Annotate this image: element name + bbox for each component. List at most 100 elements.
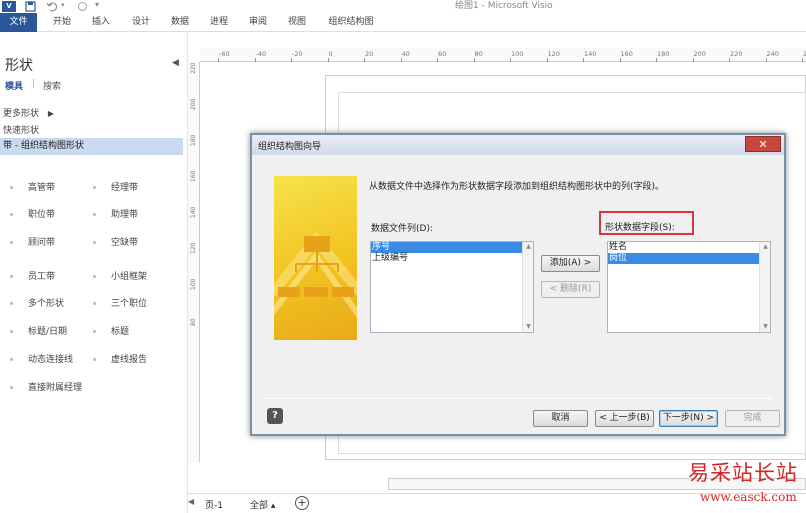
stencil-shape-item[interactable]: 虚线报告 [111, 353, 147, 367]
ruler-tick-mark [327, 58, 329, 62]
remove-field-button[interactable]: < 删除(R) [541, 281, 600, 298]
undo-icon[interactable] [46, 1, 58, 12]
ruler-tick-label: -60 [219, 50, 230, 58]
tab-view[interactable]: 视图 [282, 13, 312, 32]
shape-thumbnail-icon [10, 186, 13, 189]
tab-stencils[interactable]: 模具 [5, 79, 23, 92]
next-button[interactable]: 下一步(N) > [659, 410, 718, 427]
source-columns-listbox[interactable]: 序号 上级编号 ▲ ▼ [370, 241, 534, 333]
ruler-tick-label: 80 [474, 50, 483, 58]
back-button[interactable]: < 上一步(B) [595, 410, 654, 427]
dialog-divider [266, 398, 772, 399]
shape-data-fields-listbox[interactable]: 姓名 岗位 ▲ ▼ [607, 241, 771, 333]
tab-design[interactable]: 设计 [126, 13, 156, 32]
tab-insert[interactable]: 插入 [86, 13, 116, 32]
tab-home[interactable]: 开始 [47, 13, 77, 32]
ruler-tick-mark [400, 58, 402, 62]
help-icon[interactable]: ? [267, 408, 283, 424]
stencil-shape-item[interactable]: 多个形状 [28, 297, 64, 311]
horizontal-ruler: -60 -40 -20 0 20 40 60 80 100 120 140 160 180 200 220 2… [200, 48, 806, 62]
stencil-shape-item[interactable]: 职位带 [28, 208, 55, 222]
ruler-tick-label: 180 [657, 50, 670, 58]
dialog-title: 组织结构图向导 [258, 142, 322, 152]
shape-thumbnail-icon [10, 213, 13, 216]
add-field-button[interactable]: 添加(A) > [541, 255, 600, 272]
stencil-shape-item[interactable]: 标题/日期 [28, 325, 67, 339]
ruler-tick-label: -20 [292, 50, 303, 58]
ruler-tick-label: 120 [547, 50, 560, 58]
add-page-icon[interactable]: + [295, 496, 309, 510]
scroll-down-icon[interactable]: ▼ [523, 322, 534, 332]
org-chart-art-icon [274, 231, 357, 318]
stencil-shape-item[interactable]: 助理带 [111, 208, 138, 222]
tab-process[interactable]: 进程 [204, 13, 234, 32]
scroll-up-icon[interactable]: ▲ [523, 242, 534, 252]
shape-thumbnail-icon [93, 275, 96, 278]
stencil-shape-item[interactable]: 空缺带 [111, 236, 138, 250]
save-icon[interactable] [25, 1, 36, 12]
shape-thumbnail-icon [93, 358, 96, 361]
ruler-tick-mark [437, 58, 438, 62]
ruler-tick-label: 120 [190, 242, 197, 254]
tab-review[interactable]: 审阅 [243, 13, 273, 32]
stencil-shape-item[interactable]: 顾问带 [28, 236, 55, 250]
ruler-tick-label: 40 [401, 50, 410, 58]
undo-dropdown-icon[interactable]: ▾ [61, 1, 65, 9]
app-title: 绘图1 - Microsoft Visio [455, 1, 553, 11]
all-pages-button[interactable]: 全部 ▴ [250, 498, 275, 511]
scroll-up-icon[interactable]: ▲ [760, 242, 771, 252]
active-stencil-org-chart[interactable]: 带 - 组织结构图形状 [0, 138, 183, 155]
shape-thumbnail-icon [93, 302, 96, 305]
ruler-tick-mark [254, 58, 256, 62]
tab-search[interactable]: 搜索 [43, 79, 61, 92]
quick-shapes-item[interactable]: 快速形状 [3, 123, 39, 136]
ruler-tick-mark [364, 58, 365, 62]
dialog-title-bar[interactable]: 组织结构图向导 ✕ [252, 135, 784, 155]
tab-file[interactable]: 文件 [0, 13, 37, 32]
cancel-button[interactable]: 取消 [533, 410, 588, 427]
all-pages-label: 全部 [250, 501, 269, 511]
ruler-tick-label: 60 [438, 50, 447, 58]
stencil-shape-item[interactable]: 经理带 [111, 181, 138, 195]
ruler-tick-label: 160 [190, 170, 197, 182]
stencil-shape-item[interactable]: 直接附属经理 [28, 381, 82, 395]
redo-icon[interactable] [77, 1, 88, 12]
ruler-tick-label: 0 [328, 50, 333, 58]
ribbon-tab-bar: 文件 开始 插入 设计 数据 进程 审阅 视图 组织结构图 [0, 13, 806, 32]
scroll-left-icon[interactable]: ◀ [188, 497, 194, 506]
stencil-shape-item[interactable]: 动态连接线 [28, 353, 73, 367]
watermark: 易采站长站 www.easck.com [686, 452, 806, 513]
finish-button[interactable]: 完成 [725, 410, 780, 427]
stencil-shape-item[interactable]: 员工带 [28, 270, 55, 284]
scroll-down-icon[interactable]: ▼ [760, 322, 771, 332]
stencil-shape-item[interactable]: 小组框架 [111, 270, 147, 284]
ruler-tick-label: 220 [190, 62, 197, 74]
listbox-scrollbar[interactable]: ▲ ▼ [759, 242, 770, 332]
ruler-tick-mark [583, 58, 584, 62]
list-item[interactable]: 姓名 [608, 242, 770, 253]
list-item[interactable]: 序号 [371, 242, 533, 253]
close-icon[interactable]: ✕ [745, 136, 781, 152]
caret-up-icon: ▴ [270, 501, 276, 511]
ruler-tick-label: 200 [693, 50, 706, 58]
page-tab-1[interactable]: 页-1 [205, 498, 223, 511]
org-chart-wizard-dialog: 组织结构图向导 ✕ 从数据文件中选择作为形状数据字段添加到组织结构图形状中的列(… [250, 133, 786, 436]
stencil-shape-item[interactable]: 三个职位 [111, 297, 147, 311]
stencil-shape-item[interactable]: 标题 [111, 325, 129, 339]
stencil-shape-item[interactable]: 高管带 [28, 181, 55, 195]
more-shapes-button[interactable]: 更多形状 ▶ [3, 106, 54, 119]
tab-org-chart[interactable]: 组织结构图 [324, 13, 378, 32]
wizard-illustration [274, 176, 357, 340]
more-shapes-label: 更多形状 [3, 109, 40, 119]
tab-data[interactable]: 数据 [165, 13, 195, 32]
listbox-scrollbar[interactable]: ▲ ▼ [522, 242, 533, 332]
ruler-tick-mark [692, 58, 694, 62]
list-item[interactable]: 上级编号 [371, 253, 533, 264]
collapse-panel-icon[interactable]: ◀ [172, 58, 179, 68]
customize-qat-icon[interactable]: ▾ [95, 0, 99, 9]
list-item[interactable]: 岗位 [608, 253, 770, 264]
dialog-description: 从数据文件中选择作为形状数据字段添加到组织结构图形状中的列(字段)。 [369, 182, 665, 192]
visio-logo-icon: V [2, 1, 16, 12]
shape-thumbnail-icon [93, 330, 96, 333]
chevron-right-icon: ▶ [47, 109, 55, 118]
